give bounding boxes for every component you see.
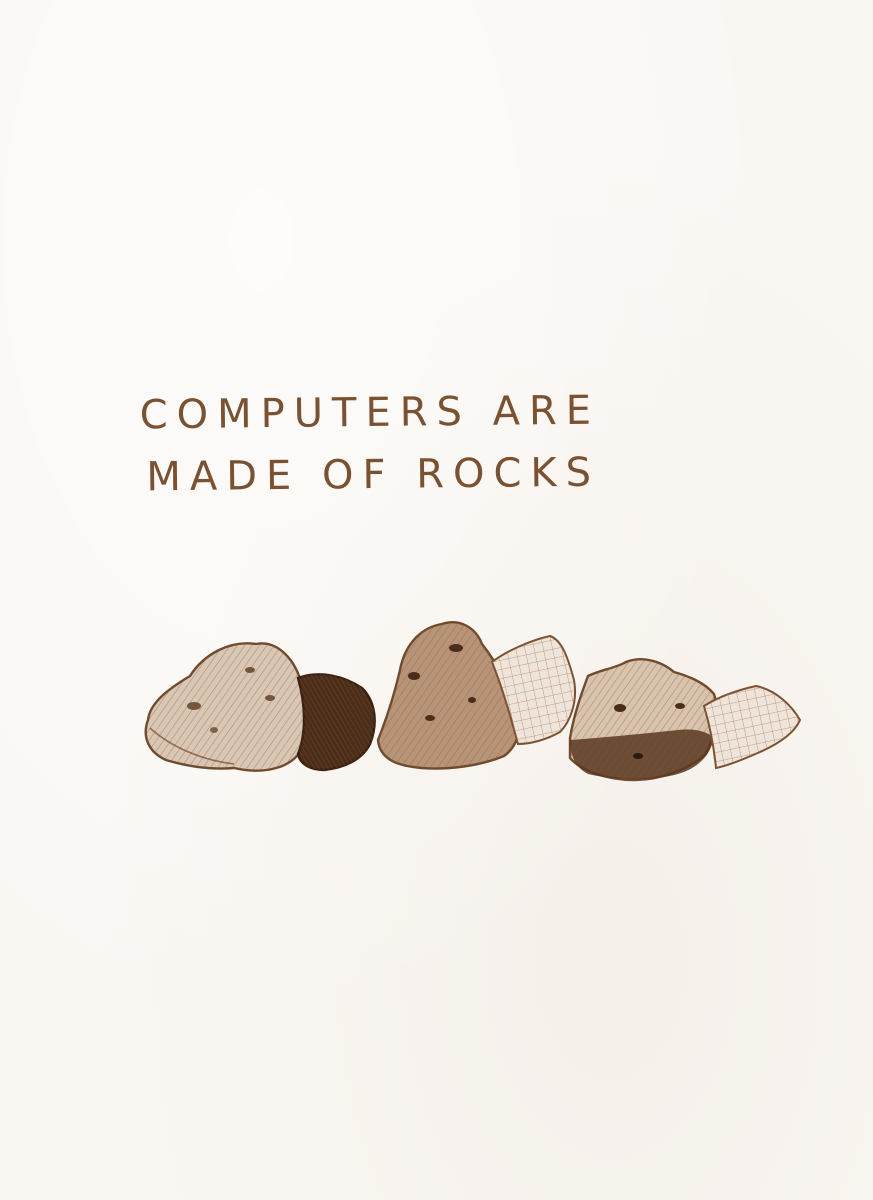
- paper-background: [0, 0, 873, 1200]
- rock-4: [568, 658, 718, 782]
- handwritten-caption: COMPUTERS ARE MADE OF ROCKS: [139, 380, 600, 509]
- rocks-illustration: [144, 621, 802, 782]
- caption-line-1: COMPUTERS ARE: [139, 387, 601, 439]
- rock-3: [376, 621, 520, 770]
- rock-1: [144, 642, 307, 772]
- caption-line-2: MADE OF ROCKS: [146, 449, 601, 501]
- rock-4-crystal: [702, 684, 802, 770]
- rock-2: [296, 673, 376, 772]
